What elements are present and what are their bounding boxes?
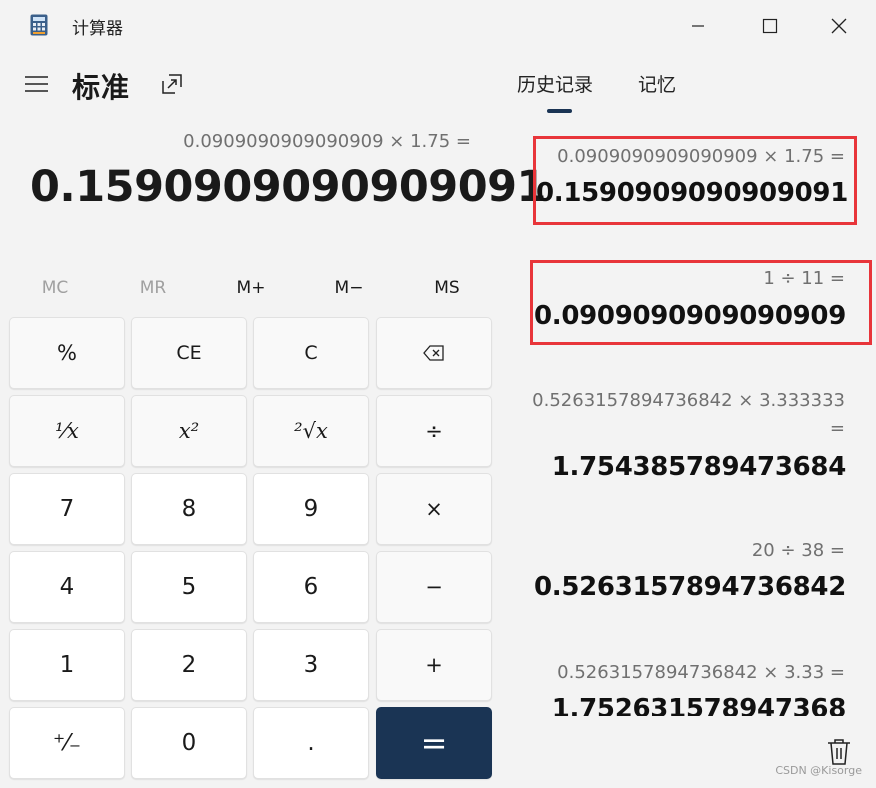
history-item-3-result[interactable]: 1.754385789473684	[552, 452, 847, 482]
negate-label: ⁺⁄₋	[52, 730, 82, 756]
result-display: 0.1590909090909091	[30, 162, 546, 212]
square-root-button[interactable]: ²√x	[253, 395, 369, 467]
digit-4-button[interactable]: 4	[9, 551, 125, 623]
reciprocal-button[interactable]: ¹⁄x	[9, 395, 125, 467]
equals-button[interactable]: =	[376, 707, 492, 779]
maximize-icon	[762, 18, 778, 34]
memory-recall-button[interactable]: MR	[113, 278, 193, 298]
memory-store-button[interactable]: MS	[407, 278, 487, 298]
watermark: CSDN @Kisorge	[775, 764, 862, 777]
active-tab-indicator	[547, 109, 572, 113]
digit-4-label: 4	[59, 574, 75, 600]
memory-clear-button[interactable]: MC	[15, 278, 95, 298]
negate-button[interactable]: ⁺⁄₋	[9, 707, 125, 779]
calculator-app-icon	[30, 14, 48, 36]
reciprocal-label: ¹⁄x	[55, 419, 79, 443]
digit-3-button[interactable]: 3	[253, 629, 369, 701]
memory-add-button[interactable]: M+	[211, 278, 291, 298]
history-item-3-expression-cont[interactable]: =	[830, 418, 845, 439]
percent-button[interactable]: %	[9, 317, 125, 389]
digit-8-button[interactable]: 8	[131, 473, 247, 545]
digit-6-label: 6	[303, 574, 319, 600]
digit-1-button[interactable]: 1	[9, 629, 125, 701]
decimal-label: .	[307, 730, 315, 756]
percent-label: %	[57, 341, 77, 365]
tab-memory[interactable]: 记忆	[638, 70, 676, 97]
square-label: x²	[178, 419, 200, 443]
digit-0-button[interactable]: 0	[131, 707, 247, 779]
digit-9-button[interactable]: 9	[253, 473, 369, 545]
clear-label: C	[304, 342, 318, 364]
history-clip: 1.752631578947368	[500, 690, 860, 716]
digit-5-button[interactable]: 5	[131, 551, 247, 623]
hamburger-icon[interactable]	[24, 74, 50, 94]
multiply-label: ×	[425, 497, 443, 521]
clear-entry-button[interactable]: CE	[131, 317, 247, 389]
history-item-4-result[interactable]: 0.5263157894736842	[534, 572, 846, 602]
square-root-label: ²√x	[294, 419, 328, 443]
backspace-button[interactable]	[376, 317, 492, 389]
digit-5-label: 5	[181, 574, 197, 600]
history-item-1-expression[interactable]: 0.0909090909090909 × 1.75 =	[557, 146, 845, 167]
close-button[interactable]	[819, 10, 859, 42]
minimize-icon	[692, 25, 704, 27]
digit-3-label: 3	[303, 652, 319, 678]
history-item-1-result[interactable]: 0.1590909090909091	[536, 178, 848, 208]
add-button[interactable]: +	[376, 629, 492, 701]
digit-0-label: 0	[181, 730, 197, 756]
divide-label: ÷	[425, 419, 443, 443]
history-item-4-expression[interactable]: 20 ÷ 38 =	[752, 540, 845, 561]
window-title: 计算器	[72, 19, 123, 39]
memory-subtract-button[interactable]: M−	[309, 278, 389, 298]
digit-7-label: 7	[59, 496, 75, 522]
mode-title: 标准	[72, 71, 131, 104]
maximize-button[interactable]	[750, 10, 790, 42]
digit-7-button[interactable]: 7	[9, 473, 125, 545]
equals-label: =	[420, 724, 448, 762]
square-button[interactable]: x²	[131, 395, 247, 467]
trash-icon[interactable]	[826, 738, 852, 766]
digit-9-label: 9	[303, 496, 319, 522]
divide-button[interactable]: ÷	[376, 395, 492, 467]
history-item-3-expression[interactable]: 0.5263157894736842 × 3.333333	[532, 390, 845, 411]
close-icon	[831, 18, 847, 34]
add-label: +	[425, 653, 443, 677]
digit-2-button[interactable]: 2	[131, 629, 247, 701]
history-item-2-expression[interactable]: 1 ÷ 11 =	[763, 268, 845, 289]
history-item-5-result[interactable]: 1.752631578947368	[552, 694, 847, 716]
keep-on-top-icon[interactable]	[160, 72, 184, 96]
clear-entry-label: CE	[176, 342, 202, 364]
minimize-button[interactable]	[678, 10, 718, 42]
digit-6-button[interactable]: 6	[253, 551, 369, 623]
decimal-button[interactable]: .	[253, 707, 369, 779]
clear-button[interactable]: C	[253, 317, 369, 389]
digit-8-label: 8	[181, 496, 197, 522]
multiply-button[interactable]: ×	[376, 473, 492, 545]
subtract-button[interactable]: −	[376, 551, 492, 623]
expression-display: 0.0909090909090909 × 1.75 =	[183, 131, 471, 152]
tab-history[interactable]: 历史记录	[517, 70, 593, 97]
history-item-5-expression[interactable]: 0.5263157894736842 × 3.33 =	[557, 662, 845, 683]
digit-1-label: 1	[59, 652, 75, 678]
backspace-icon	[423, 345, 444, 361]
subtract-label: −	[425, 575, 443, 599]
digit-2-label: 2	[181, 652, 197, 678]
history-item-2-result[interactable]: 0.0909090909090909	[534, 301, 846, 331]
